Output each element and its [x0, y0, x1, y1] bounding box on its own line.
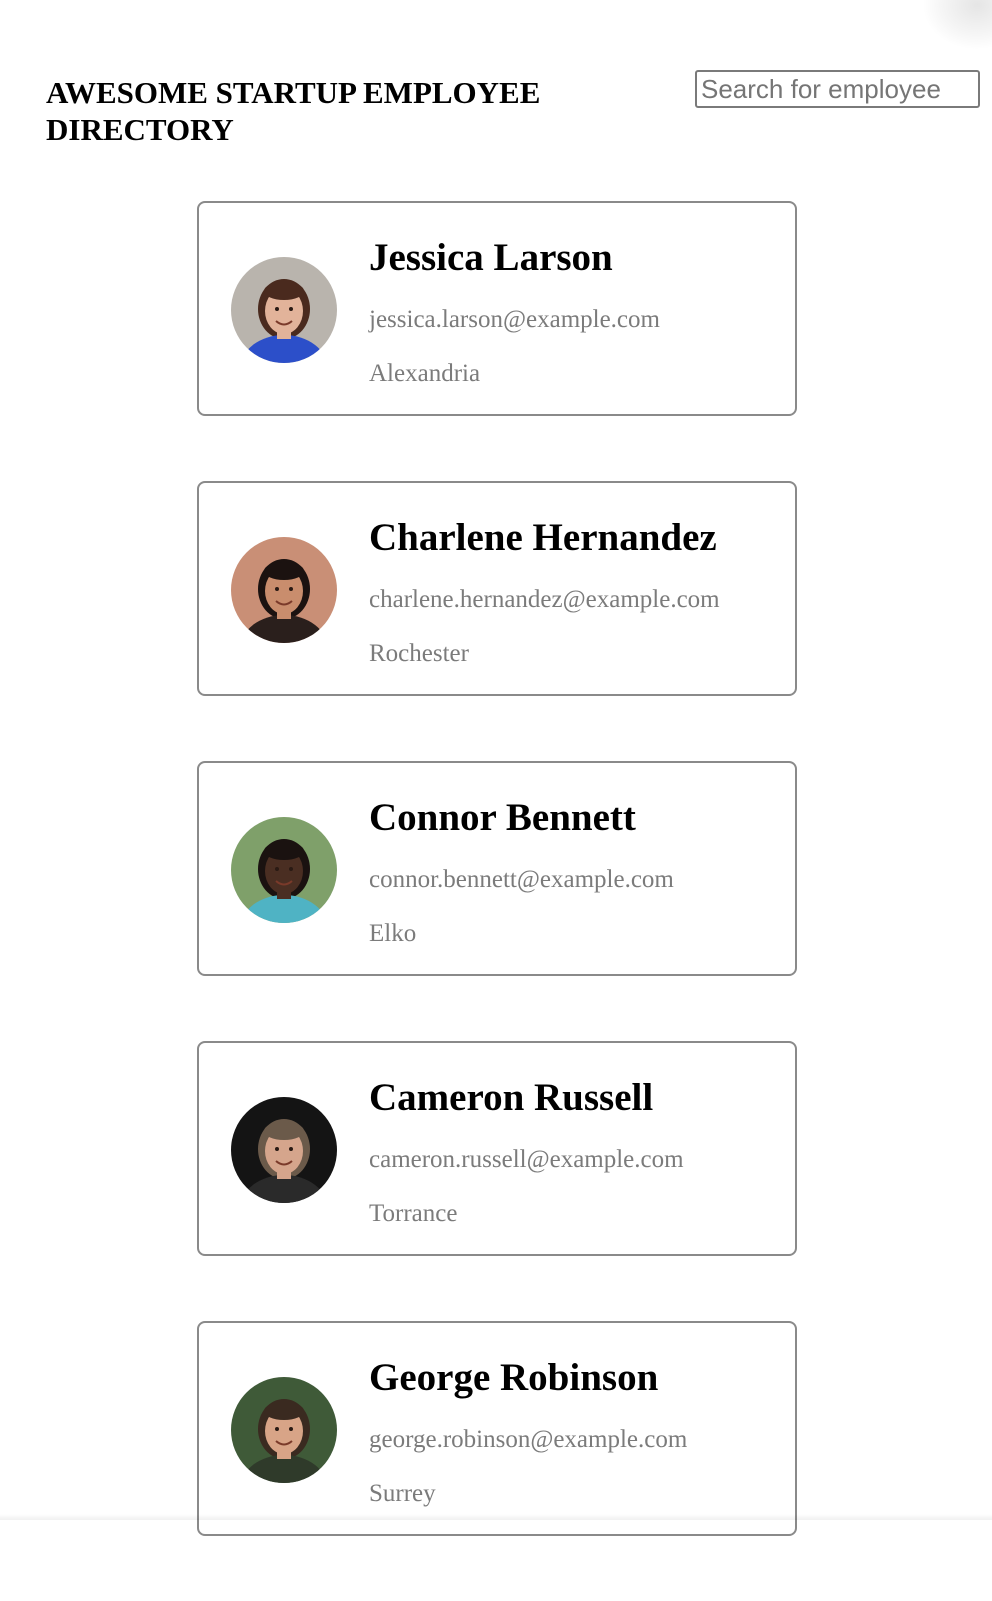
employee-card[interactable]: Connor Bennett connor.bennett@example.co… — [197, 761, 797, 976]
employee-city: Torrance — [369, 1200, 458, 1227]
employee-city: Rochester — [369, 640, 469, 667]
employee-avatar — [231, 1097, 337, 1203]
employee-email: charlene.hernandez@example.com — [369, 586, 720, 613]
page-title: AWESOME STARTUP EMPLOYEE DIRECTORY — [46, 75, 541, 147]
portrait-photo-icon — [231, 257, 337, 363]
employee-card[interactable]: Jessica Larson jessica.larson@example.co… — [197, 201, 797, 416]
employee-avatar — [231, 257, 337, 363]
employee-avatar — [231, 1377, 337, 1483]
employee-city: Elko — [369, 920, 417, 947]
employee-name: Charlene Hernandez — [369, 516, 717, 559]
search-input[interactable] — [695, 70, 980, 108]
employee-name: George Robinson — [369, 1356, 659, 1399]
employee-card[interactable]: Charlene Hernandez charlene.hernandez@ex… — [197, 481, 797, 696]
portrait-photo-icon — [231, 537, 337, 643]
employee-avatar — [231, 537, 337, 643]
employee-city: Alexandria — [369, 360, 481, 387]
employee-email: jessica.larson@example.com — [369, 306, 660, 333]
employee-name: Jessica Larson — [369, 236, 613, 279]
employee-card[interactable]: Cameron Russell cameron.russell@example.… — [197, 1041, 797, 1256]
employee-email: connor.bennett@example.com — [369, 866, 674, 893]
portrait-photo-icon — [231, 1377, 337, 1483]
page-header: AWESOME STARTUP EMPLOYEE DIRECTORY — [0, 0, 992, 160]
employee-city: Surrey — [369, 1480, 436, 1507]
employee-email: cameron.russell@example.com — [369, 1146, 684, 1173]
employee-name: Cameron Russell — [369, 1076, 654, 1119]
portrait-photo-icon — [231, 1097, 337, 1203]
employee-card[interactable]: George Robinson george.robinson@example.… — [197, 1321, 797, 1536]
employee-list: Jessica Larson jessica.larson@example.co… — [197, 201, 797, 1601]
employee-email: george.robinson@example.com — [369, 1426, 688, 1453]
employee-name: Connor Bennett — [369, 796, 636, 839]
employee-avatar — [231, 817, 337, 923]
portrait-photo-icon — [231, 817, 337, 923]
